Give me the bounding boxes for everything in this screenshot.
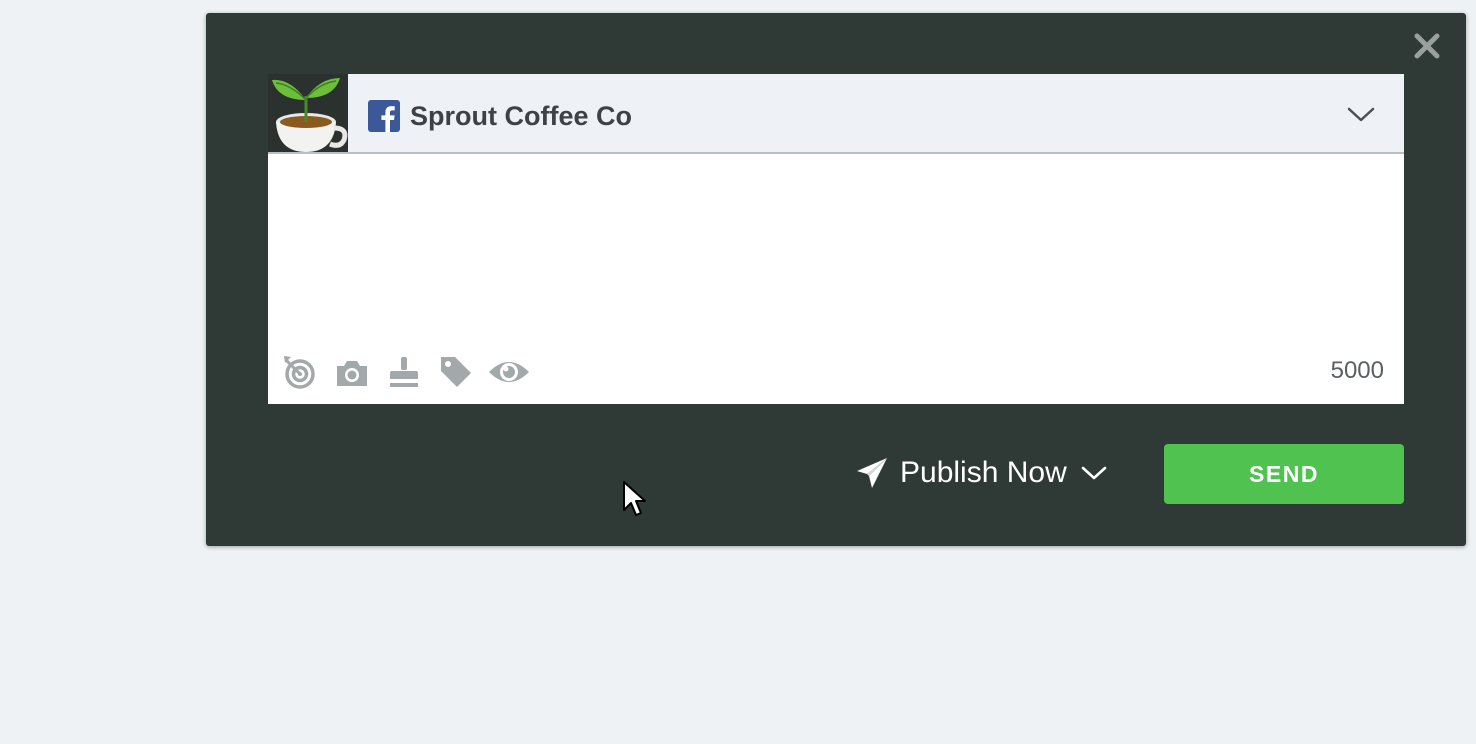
chevron-down-icon: [1081, 466, 1107, 480]
stamp-icon[interactable]: [386, 354, 422, 390]
avatar: [268, 74, 348, 152]
send-button[interactable]: SEND: [1164, 444, 1404, 504]
close-icon[interactable]: [1412, 31, 1442, 61]
compose-modal: Sprout Coffee Co 5000 Publish Now SEND: [206, 13, 1466, 546]
coffee-cup-sprout-logo: [268, 74, 348, 152]
eye-icon[interactable]: [488, 354, 530, 390]
tag-icon[interactable]: [438, 354, 474, 390]
profile-name: Sprout Coffee Co: [410, 101, 632, 131]
composer: Sprout Coffee Co 5000: [268, 74, 1404, 404]
paper-plane-icon: [857, 458, 887, 488]
facebook-icon: [368, 100, 400, 132]
targeting-icon[interactable]: [282, 354, 318, 390]
character-count: 5000: [1330, 357, 1384, 384]
message-input[interactable]: [268, 154, 1404, 344]
publish-mode-dropdown[interactable]: Publish Now: [856, 453, 1107, 493]
camera-icon[interactable]: [334, 354, 370, 390]
chevron-down-icon[interactable]: [1346, 104, 1376, 124]
profile-selector[interactable]: Sprout Coffee Co: [268, 74, 1404, 154]
publish-mode-label: Publish Now: [900, 456, 1067, 489]
